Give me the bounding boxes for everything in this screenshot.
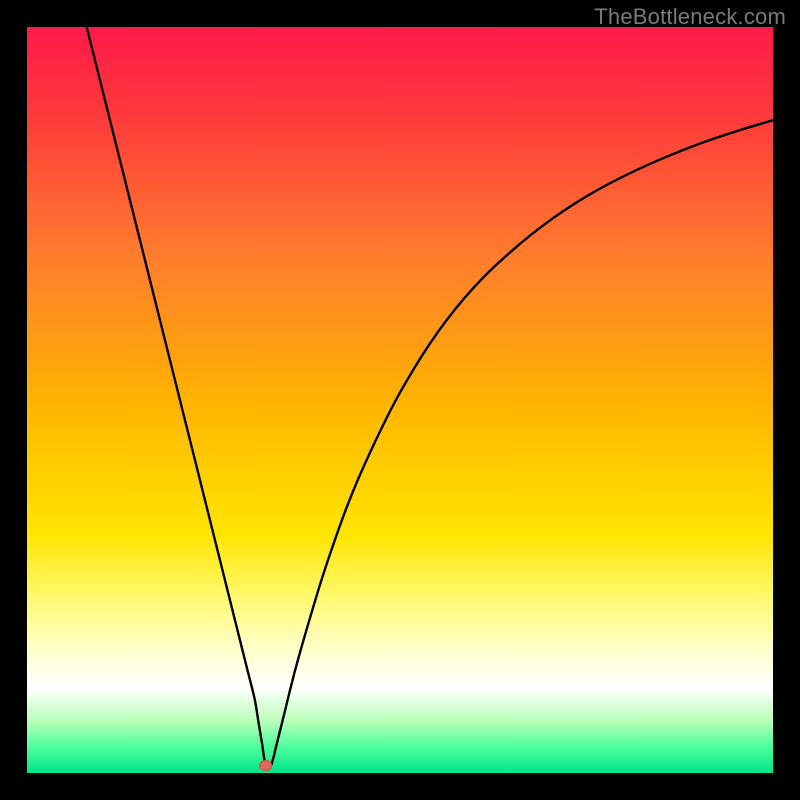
chart-outer-frame: TheBottleneck.com [0, 0, 800, 800]
watermark-text: TheBottleneck.com [594, 4, 786, 30]
chart-svg [27, 27, 773, 773]
gradient-background [27, 27, 773, 773]
plot-area [27, 27, 773, 773]
minimum-marker [260, 761, 272, 771]
